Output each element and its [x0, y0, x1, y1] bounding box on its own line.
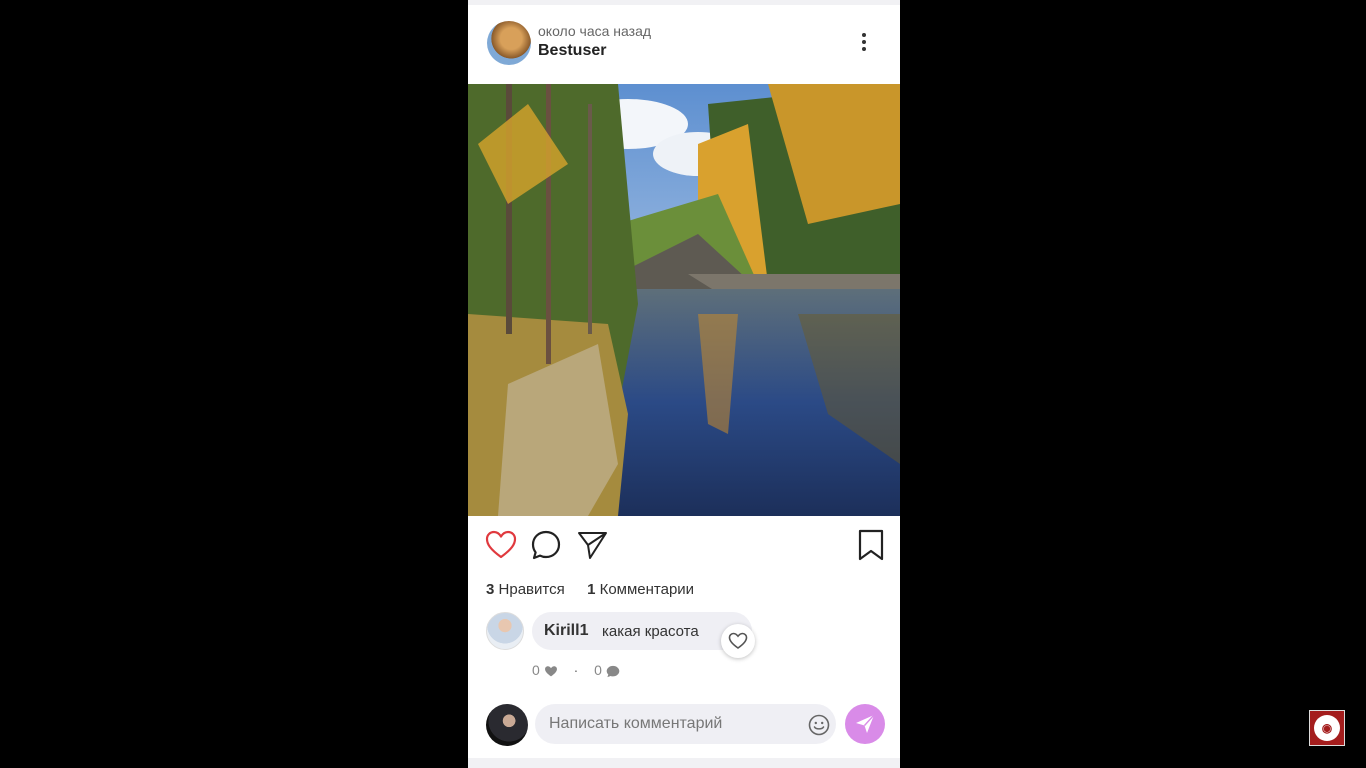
- chat-small-icon[interactable]: [606, 665, 620, 678]
- post-actions: [468, 528, 900, 568]
- bookmark-icon[interactable]: [854, 528, 888, 562]
- heart-outline-icon[interactable]: [484, 528, 518, 562]
- meta-separator: ·: [573, 662, 579, 678]
- comment-meta: 0 · 0: [532, 662, 620, 678]
- send-arrow-icon: [856, 714, 875, 733]
- comment-likes-count: 0: [532, 662, 540, 678]
- send-button[interactable]: [845, 704, 885, 744]
- likes-count: 3: [486, 581, 495, 598]
- channel-logo-mark: ◉: [1314, 715, 1340, 741]
- comments-label[interactable]: Комментарии: [600, 581, 694, 598]
- more-vert-icon[interactable]: [854, 31, 874, 55]
- phone-screen: около часа назад Bestuser 3 Нравится 1 К…: [468, 0, 900, 768]
- commenter-avatar[interactable]: [486, 612, 524, 650]
- comment-bubble-icon[interactable]: [529, 528, 563, 562]
- comment-replies-count: 0: [594, 662, 602, 678]
- post-header: около часа назад Bestuser: [468, 5, 900, 84]
- comments-count: 1: [587, 581, 596, 598]
- comment-author[interactable]: Kirill1: [544, 622, 588, 640]
- comment-input[interactable]: [535, 704, 836, 744]
- comment-composer: [468, 701, 900, 749]
- author-username[interactable]: Bestuser: [538, 42, 606, 60]
- post-card: около часа назад Bestuser 3 Нравится 1 К…: [468, 5, 900, 758]
- heart-small-icon: [728, 632, 748, 649]
- channel-logo: ◉: [1309, 710, 1345, 746]
- post-counts: 3 Нравится 1 Комментарии: [486, 581, 694, 598]
- heart-small-icon[interactable]: [544, 665, 558, 678]
- post-photo[interactable]: [468, 84, 900, 516]
- post-time: около часа назад: [538, 23, 652, 39]
- current-user-avatar: [486, 704, 528, 746]
- send-paper-plane-icon[interactable]: [575, 528, 609, 562]
- likes-label[interactable]: Нравится: [499, 581, 565, 598]
- comment-like-button[interactable]: [721, 624, 755, 658]
- comment-text: какая красота: [602, 623, 699, 640]
- emoji-smile-icon[interactable]: [808, 714, 830, 736]
- author-avatar[interactable]: [487, 21, 531, 65]
- comment-bubble: Kirill1 какая красота: [532, 612, 752, 650]
